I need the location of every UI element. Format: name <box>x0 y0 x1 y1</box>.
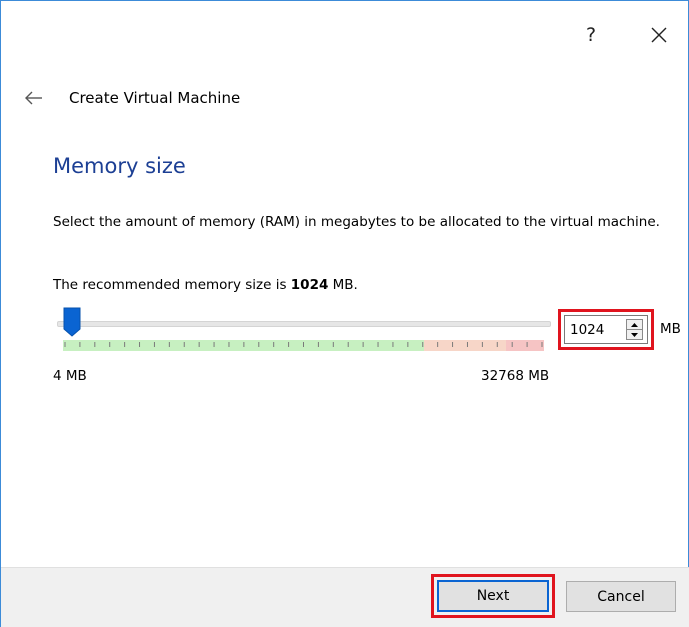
back-button[interactable] <box>21 85 47 111</box>
page-title: Memory size <box>53 154 186 178</box>
wizard-title: Create Virtual Machine <box>69 89 241 107</box>
spin-up-button[interactable] <box>627 320 642 330</box>
slider-max-label: 32768 MB <box>481 368 550 384</box>
memory-slider-track[interactable] <box>57 321 551 327</box>
recommended-size-text: The recommended memory size is 1024 MB. <box>53 277 358 293</box>
description-text: Select the amount of memory (RAM) in meg… <box>53 214 660 230</box>
chevron-up-icon <box>631 322 638 327</box>
memory-slider-thumb[interactable] <box>63 307 81 337</box>
spin-down-button[interactable] <box>627 330 642 339</box>
close-button[interactable] <box>639 15 679 55</box>
memory-spinbox[interactable] <box>564 315 648 344</box>
spin-arrows[interactable] <box>626 319 643 340</box>
memory-scale-ticks <box>63 340 544 351</box>
chevron-down-icon <box>631 332 638 337</box>
help-label: ? <box>585 24 597 46</box>
next-button[interactable]: Next <box>437 580 549 612</box>
unit-label: MB <box>660 321 681 337</box>
memory-size-input[interactable] <box>565 321 626 338</box>
cancel-button[interactable]: Cancel <box>566 581 676 612</box>
slider-min-label: 4 MB <box>53 368 87 384</box>
close-icon <box>651 27 667 43</box>
recommended-value: 1024 <box>290 277 329 293</box>
dialog-window: ? Create Virtual Machine Memory size Sel… <box>0 0 689 627</box>
help-button[interactable]: ? <box>571 15 611 55</box>
back-arrow-icon <box>25 91 42 105</box>
